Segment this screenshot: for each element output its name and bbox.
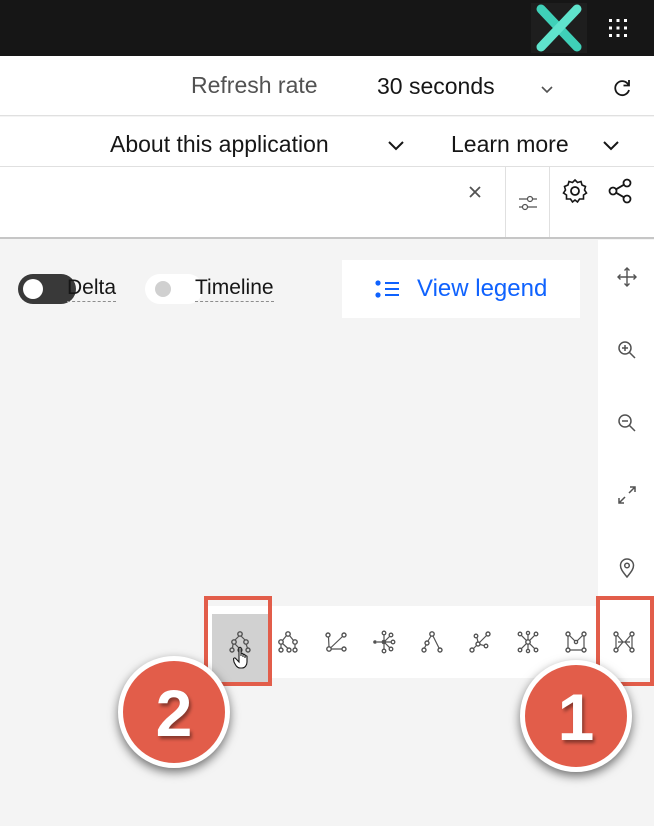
share-icon[interactable] <box>606 177 634 205</box>
filter-button[interactable] <box>505 167 550 237</box>
timeline-label: Timeline <box>195 275 274 302</box>
search-bar[interactable] <box>0 167 654 239</box>
refresh-bar: Refresh rate 30 seconds <box>0 56 654 116</box>
callout-number: 2 <box>155 676 193 750</box>
list-icon <box>375 280 399 298</box>
callout-number: 1 <box>557 680 595 754</box>
toggle-knob <box>155 281 171 297</box>
chevron-down-icon[interactable] <box>538 80 556 98</box>
chevron-down-icon[interactable] <box>600 136 622 154</box>
grid-layout-icon[interactable] <box>564 630 588 654</box>
view-legend-button[interactable]: View legend <box>342 260 580 318</box>
locate-icon[interactable] <box>616 557 638 579</box>
zoom-in-icon[interactable] <box>616 339 638 361</box>
app-switcher-grid-icon[interactable] <box>606 16 630 40</box>
force-layout-icon[interactable] <box>468 630 492 654</box>
refresh-icon[interactable] <box>610 76 634 100</box>
callout-2: 2 <box>118 656 230 768</box>
view-legend-label: View legend <box>417 275 548 302</box>
zoom-rail <box>598 240 654 610</box>
pan-icon[interactable] <box>616 266 638 288</box>
learn-more-menu[interactable]: Learn more <box>451 131 569 158</box>
star-layout-icon[interactable] <box>516 630 540 654</box>
hierarchy-alt-layout-icon[interactable] <box>276 630 300 654</box>
delta-label: Delta <box>67 275 117 302</box>
top-bar <box>0 0 654 56</box>
filter-sliders-icon <box>519 195 537 211</box>
about-menu[interactable]: About this application <box>110 131 329 158</box>
toggle-knob <box>23 279 43 299</box>
callout-1: 1 <box>520 660 632 772</box>
refresh-rate-label: Refresh rate <box>191 72 318 98</box>
tree-branch-layout-icon[interactable] <box>324 630 348 654</box>
x-logo-icon[interactable] <box>531 3 587 53</box>
chevron-down-icon[interactable] <box>385 136 407 154</box>
zoom-out-icon[interactable] <box>616 412 638 434</box>
app-menu-bar: About this application Learn more <box>0 117 654 167</box>
close-icon[interactable] <box>466 183 484 201</box>
radial-layout-icon[interactable] <box>372 630 396 654</box>
refresh-rate-select[interactable]: 30 seconds <box>377 73 495 100</box>
fit-to-screen-icon[interactable] <box>616 484 638 506</box>
gear-icon[interactable] <box>561 177 589 205</box>
top-down-tree-layout-icon[interactable] <box>420 630 444 654</box>
